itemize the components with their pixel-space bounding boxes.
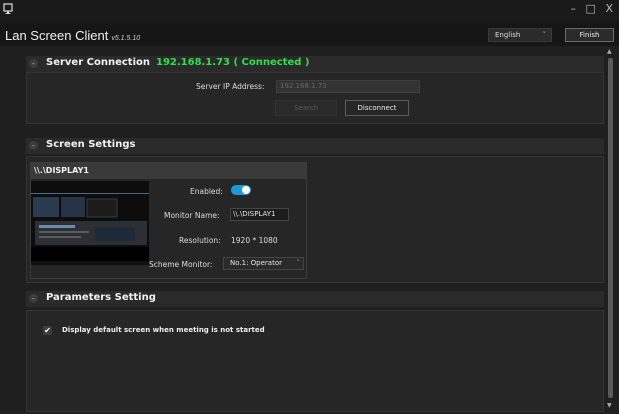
app-version: v5.1.5.10 <box>111 35 141 42</box>
app-title: Lan Screen Client v5.1.5.10 <box>5 28 140 43</box>
scheme-value: No.1: Operator <box>230 259 282 267</box>
search-button[interactable]: Search <box>275 100 337 116</box>
preview-footer <box>31 247 149 261</box>
monitor-icon <box>3 3 13 14</box>
parameters-title: Parameters Setting <box>46 292 156 303</box>
scheme-label: Scheme Monitor: <box>149 260 213 269</box>
default-screen-label: Display default screen when meeting is n… <box>62 326 265 334</box>
chevron-down-icon: ˅ <box>542 31 547 39</box>
server-connection-header[interactable]: - Server Connection 192.168.1.73 ( Connec… <box>26 56 604 72</box>
monitor-name-input[interactable]: \\.\DISPLAY1 <box>230 208 289 221</box>
resolution-label: Resolution: <box>179 236 221 245</box>
section-title: Server Connection 192.168.1.73 ( Connecte… <box>46 57 309 68</box>
monitor-name-label: Monitor Name: <box>164 211 220 220</box>
scheme-monitor-select[interactable]: No.1: Operator ˅ <box>223 257 304 270</box>
app-window: – □ X Lan Screen Client v5.1.5.10 English… <box>0 0 619 414</box>
scroll-up-icon[interactable]: ▲ <box>607 48 612 55</box>
finish-button[interactable]: Finish <box>565 28 614 42</box>
server-connection-title: Server Connection <box>46 57 150 68</box>
vertical-scrollbar[interactable]: ▲ ▼ <box>606 48 615 410</box>
ip-label: Server IP Address: <box>196 82 265 91</box>
window-controls: – □ X <box>571 2 616 15</box>
resolution-value: 1920 * 1080 <box>231 236 278 245</box>
scroll-thumb[interactable] <box>608 58 613 398</box>
collapse-icon[interactable]: - <box>29 59 38 68</box>
connection-status: 192.168.1.73 ( Connected ) <box>155 57 310 68</box>
screen-settings-title: Screen Settings <box>46 139 136 150</box>
chevron-down-icon: ˅ <box>296 259 301 267</box>
toggle-knob <box>242 186 250 194</box>
language-select[interactable]: English ˅ <box>488 28 552 42</box>
parameters-header[interactable]: - Parameters Setting <box>26 291 604 307</box>
language-value: English <box>495 31 521 39</box>
window-titlebar: – □ X <box>0 0 619 22</box>
close-button[interactable]: X <box>605 2 616 15</box>
display-name: \\.\DISPLAY1 <box>31 163 306 179</box>
minimize-button[interactable]: – <box>571 2 580 15</box>
disconnect-button[interactable]: Disconnect <box>345 100 409 116</box>
default-screen-checkbox[interactable]: ✔ <box>43 326 52 335</box>
server-ip-input[interactable]: 192.168.1.73 <box>276 80 420 93</box>
enabled-label: Enabled: <box>190 187 223 196</box>
maximize-button[interactable]: □ <box>586 2 599 15</box>
screen-settings-header[interactable]: - Screen Settings <box>26 138 604 154</box>
enabled-toggle[interactable] <box>231 185 251 195</box>
app-title-text: Lan Screen Client <box>5 28 109 43</box>
collapse-icon[interactable]: - <box>29 141 38 150</box>
collapse-icon[interactable]: - <box>29 294 38 303</box>
scroll-down-icon[interactable]: ▼ <box>607 402 612 409</box>
